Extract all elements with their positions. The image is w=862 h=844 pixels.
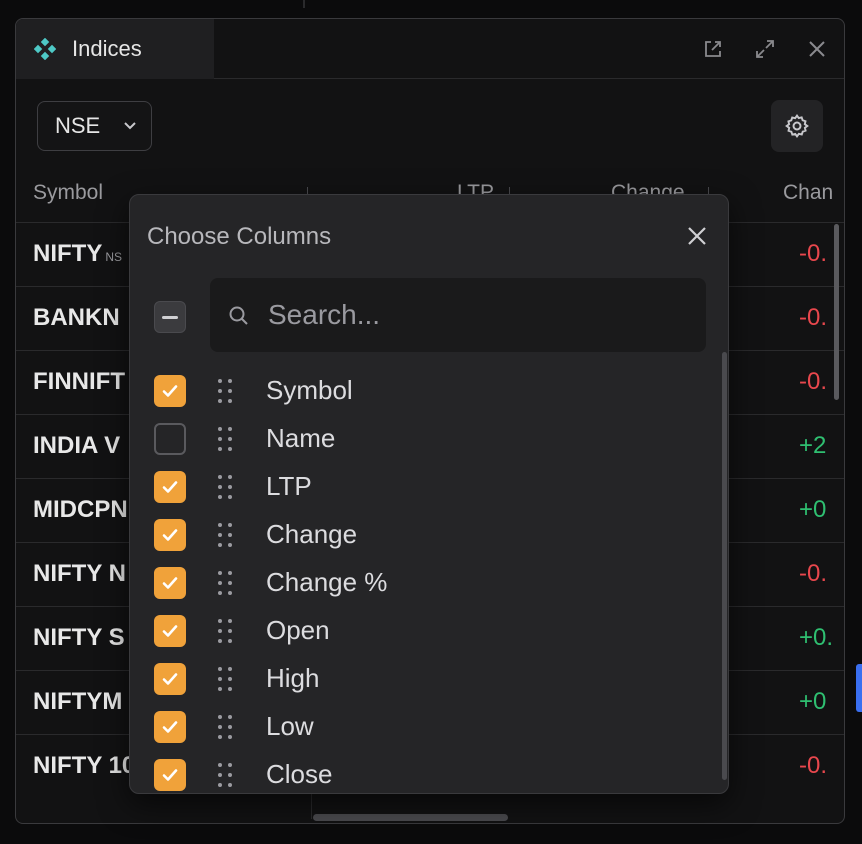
column-checkbox[interactable] — [154, 663, 186, 695]
check-icon — [162, 481, 178, 493]
drag-handle-icon[interactable] — [216, 761, 236, 791]
column-option[interactable]: Open — [130, 607, 710, 655]
column-checkbox[interactable] — [154, 423, 186, 455]
horizontal-scrollbar[interactable] — [313, 814, 508, 821]
column-label: Change — [266, 519, 358, 549]
search-icon — [229, 306, 248, 325]
row-symbol: NIFTY S — [33, 624, 125, 651]
chevron-down-icon — [124, 122, 136, 130]
check-icon — [162, 721, 178, 733]
modal-title: Choose Columns — [147, 223, 332, 250]
row-symbol: FINNIFT — [33, 368, 125, 395]
check-icon — [162, 625, 178, 637]
popout-icon — [705, 41, 721, 57]
drag-handle-icon[interactable] — [216, 377, 236, 407]
column-label: High — [266, 663, 320, 693]
column-checkbox[interactable] — [154, 567, 186, 599]
row-change: -0. — [799, 240, 828, 267]
column-option[interactable]: Change % — [130, 559, 710, 607]
column-option[interactable]: Change — [130, 511, 710, 559]
column-label: Close — [266, 759, 333, 789]
column-checkbox[interactable] — [154, 615, 186, 647]
drag-handle-icon[interactable] — [216, 521, 236, 551]
check-icon — [162, 529, 178, 541]
row-symbol: NIFTYM — [33, 688, 123, 715]
expand-button[interactable] — [748, 32, 782, 66]
column-option[interactable]: Close — [130, 751, 710, 793]
column-label: Symbol — [266, 375, 353, 405]
close-icon — [688, 227, 706, 245]
header-actions — [696, 19, 834, 79]
row-change: +2 — [799, 432, 827, 459]
row-symbol: NIFTY NS — [33, 240, 122, 267]
modal-scrollbar[interactable] — [722, 352, 727, 780]
vertical-scrollbar[interactable] — [834, 224, 839, 400]
header-symbol[interactable]: Symbol — [33, 181, 103, 205]
search-input[interactable] — [268, 296, 688, 334]
exchange-select[interactable]: NSE — [37, 101, 152, 151]
gear-icon — [785, 114, 809, 138]
expand-icon — [756, 40, 774, 58]
column-checkbox[interactable] — [154, 711, 186, 743]
check-icon — [162, 769, 178, 781]
column-option[interactable]: Name — [130, 415, 710, 463]
header-change-percent[interactable]: Chan — [783, 181, 833, 205]
row-change: -0. — [799, 304, 828, 331]
settings-button[interactable] — [771, 100, 823, 152]
choose-columns-modal: Choose Columns Symbol Name LTP — [129, 194, 729, 794]
row-symbol: NIFTY N — [33, 560, 126, 587]
row-change: -0. — [799, 752, 828, 779]
panel-title: Indices — [72, 36, 142, 61]
row-change: +0 — [799, 496, 827, 523]
row-change: -0. — [799, 368, 828, 395]
column-checkbox[interactable] — [154, 375, 186, 407]
drag-handle-icon[interactable] — [216, 569, 236, 599]
close-icon — [809, 41, 825, 57]
column-option[interactable]: Symbol — [130, 367, 710, 415]
column-label: LTP — [266, 471, 312, 501]
column-option[interactable]: High — [130, 655, 710, 703]
diamond-cluster-icon — [34, 38, 56, 60]
row-symbol: BANKN — [33, 304, 120, 331]
check-icon — [162, 385, 178, 397]
column-checkbox[interactable] — [154, 519, 186, 551]
column-search — [210, 278, 706, 352]
panel-tab-indices[interactable]: Indices — [16, 19, 214, 79]
row-symbol: MIDCPN — [33, 496, 128, 523]
modal-close-button[interactable] — [682, 221, 712, 251]
exchange-tag: NS — [105, 250, 122, 264]
column-option[interactable]: Low — [130, 703, 710, 751]
check-icon — [162, 673, 178, 685]
row-change: +0 — [799, 688, 827, 715]
drag-handle-icon[interactable] — [216, 425, 236, 455]
exchange-value: NSE — [55, 113, 101, 138]
column-label: Open — [266, 615, 330, 645]
close-panel-button[interactable] — [800, 32, 834, 66]
drag-handle-icon[interactable] — [216, 665, 236, 695]
row-change: +0. — [799, 624, 834, 651]
indeterminate-icon — [162, 315, 178, 319]
drag-handle-icon[interactable] — [216, 713, 236, 743]
column-checkbox[interactable] — [154, 471, 186, 503]
select-all-checkbox[interactable] — [154, 301, 186, 333]
side-tab-handle[interactable] — [856, 664, 862, 712]
column-label: Change % — [266, 567, 388, 597]
column-option[interactable]: LTP — [130, 463, 710, 511]
column-label: Low — [266, 711, 314, 741]
row-symbol: NIFTY 10 — [33, 752, 136, 779]
popout-button[interactable] — [696, 32, 730, 66]
top-strip — [0, 0, 862, 14]
drag-handle-icon[interactable] — [216, 617, 236, 647]
panel-header: Indices — [16, 19, 844, 79]
top-divider — [303, 0, 305, 8]
row-change: -0. — [799, 560, 828, 587]
column-label: Name — [266, 423, 336, 453]
check-icon — [162, 577, 178, 589]
row-symbol: INDIA V — [33, 432, 121, 459]
drag-handle-icon[interactable] — [216, 473, 236, 503]
column-checkbox[interactable] — [154, 759, 186, 791]
